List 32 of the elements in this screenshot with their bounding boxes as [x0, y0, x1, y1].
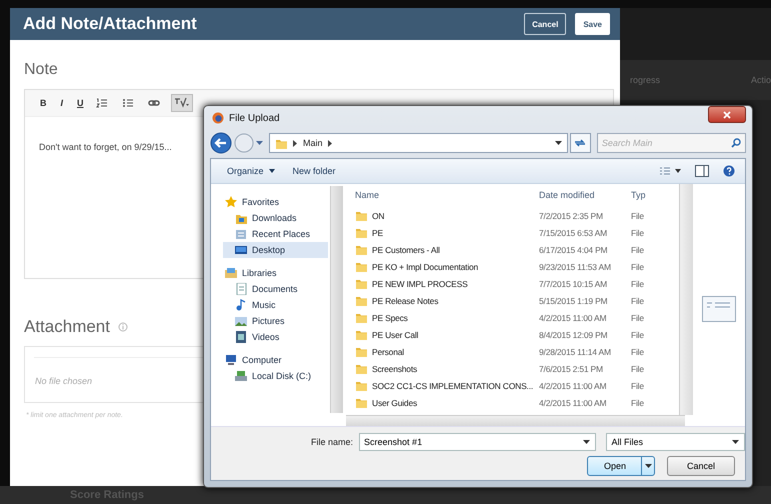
date-cell-text: 7/6/2015 2:51 PM	[539, 362, 604, 375]
column-header: Actio	[750, 75, 771, 85]
date-cell-text: 7/15/2015 6:53 AM	[539, 226, 608, 239]
section-heading: Note	[24, 61, 59, 80]
type-cell-text: File	[631, 328, 645, 341]
date-cell-text: 8/4/2015 12:09 PM	[539, 328, 608, 341]
type-cell-text: File	[631, 210, 645, 222]
column-header: rogress	[630, 75, 660, 85]
modal-title: Add Note/Attachment	[23, 14, 197, 34]
date-cell-text: 5/15/2015 1:19 PM	[539, 294, 608, 307]
type-cell-text: File	[631, 278, 645, 290]
date-cell-text: 9/28/2015 11:14 AM	[539, 346, 612, 358]
note-text: Don't want to forget, on 9/29/15...	[39, 142, 172, 152]
type-cell-text: File	[631, 244, 645, 256]
type-cell-text: File	[631, 380, 645, 392]
date-cell-text: 7/7/2015 10:15 AM	[539, 278, 608, 290]
type-cell-text: File	[631, 294, 645, 307]
type-cell-text: File	[631, 226, 645, 239]
type-cell-text: File	[631, 260, 645, 273]
date-cell-text: 6/17/2015 4:04 PM	[539, 244, 608, 256]
dialog-title: File Upload	[229, 112, 280, 124]
type-cell-text: File	[631, 346, 645, 358]
date-cell-text: 9/23/2015 11:53 AM	[539, 260, 612, 273]
date-cell-text: 4/2/2015 11:00 AM	[539, 312, 608, 324]
type-cell-text: File	[631, 396, 645, 409]
type-cell-text: File	[631, 362, 645, 375]
type-cell-text: File	[631, 312, 645, 324]
date-cell-text: 7/2/2015 2:35 PM	[539, 210, 604, 222]
field-label: File name:	[311, 437, 354, 447]
date-cell-text: 4/2/2015 11:00 AM	[539, 396, 608, 409]
date-cell-text: 4/2/2015 11:00 AM	[539, 380, 608, 392]
section-heading: Attachment	[24, 317, 110, 337]
